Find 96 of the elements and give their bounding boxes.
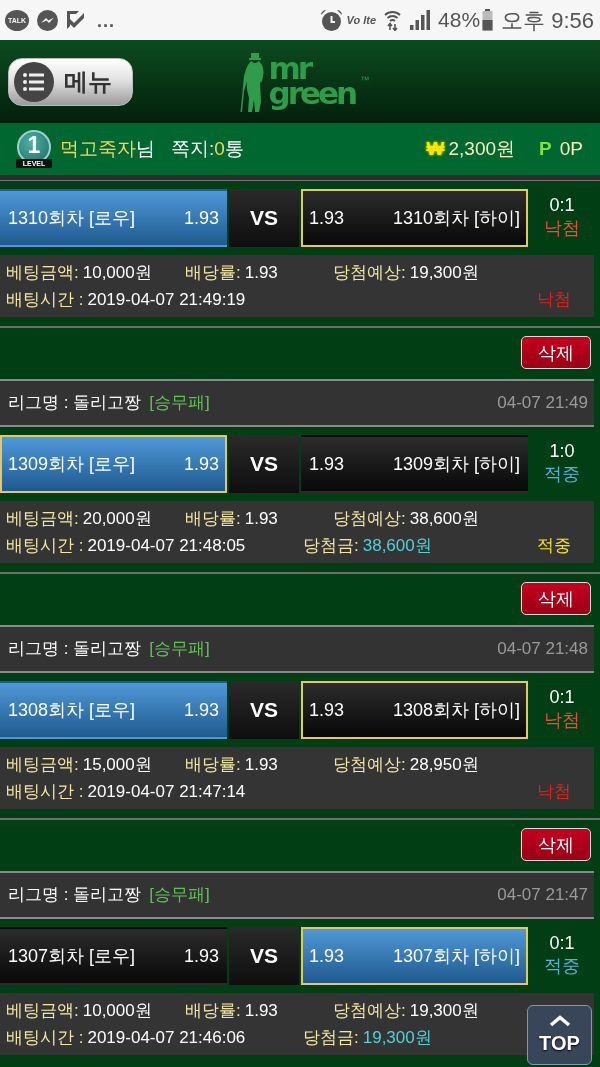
expected-win-label: 당첨예상:	[333, 509, 406, 528]
signal-bars-icon	[410, 10, 431, 30]
league-name: 리그명 : 돌리고짱	[8, 884, 142, 907]
expected-win-value: 38,600원	[409, 509, 479, 528]
result-label: 적중	[544, 462, 580, 485]
delete-button[interactable]: 삭제	[521, 828, 591, 861]
menu-button[interactable]: 메뉴	[8, 57, 133, 106]
menu-icon	[14, 61, 54, 102]
wifi-icon	[384, 9, 402, 31]
result-label: 적중	[544, 954, 580, 977]
result-label: 낙첨	[537, 289, 571, 311]
odds-value: 1.93	[244, 1001, 278, 1020]
bet-time-value: 2019-04-07 21:49:19	[87, 290, 246, 309]
expected-win-label: 당첨예상:	[333, 755, 406, 774]
bet-amount-label: 베팅금액:	[6, 1001, 79, 1020]
clock-time: 오후 9:56	[501, 6, 594, 35]
balance-amount: 2,300원	[448, 136, 516, 161]
league-name: 리그명 : 돌리고짱	[8, 392, 142, 415]
bet-amount-label: 베팅금액:	[6, 509, 79, 528]
odds-value: 1.93	[244, 755, 278, 774]
odds-value: 1.93	[244, 263, 278, 282]
bet-time-label: 배팅시간 :	[6, 1028, 84, 1047]
versus-panel: VS	[229, 435, 299, 493]
messages-unit: 통	[224, 136, 244, 161]
league-time: 04-07 21:47	[497, 884, 588, 907]
result-label: 낙첨	[544, 708, 580, 731]
bet-option-button[interactable]: 1309회차 [로우] 1.93	[0, 435, 227, 493]
bet-option-button[interactable]: 1310회차 [로우] 1.93	[0, 189, 227, 247]
messages-count: 0	[214, 136, 225, 161]
versus-panel: VS	[229, 927, 299, 985]
payout-value: 19,300원	[362, 1028, 432, 1047]
match-score: 0:1	[549, 932, 575, 955]
user-nickname: 먹고죽자	[60, 136, 136, 161]
odds-label: 배당률:	[185, 509, 241, 528]
bet-amount-label: 베팅금액:	[6, 263, 79, 282]
game-type-tag: [승무패]	[149, 882, 210, 908]
league-time: 04-07 21:49	[497, 392, 588, 415]
points-symbol: P	[539, 136, 552, 161]
bet-amount-value: 10,000원	[82, 1001, 152, 1020]
bet-amount-value: 20,000원	[82, 509, 152, 528]
expected-win-value: 19,300원	[409, 263, 479, 282]
bet-option-button[interactable]: 1308회차 [로우] 1.93	[0, 681, 227, 739]
expected-win-label: 당첨예상:	[333, 263, 406, 282]
bet-option-button[interactable]: 1.93 1307회차 [하이]	[301, 927, 528, 985]
delete-button[interactable]: 삭제	[521, 336, 591, 369]
overflow-dots: ...	[97, 9, 115, 33]
bet-option-button[interactable]: 1.93 1308회차 [하이]	[301, 681, 528, 739]
volte-label: Vo lte	[346, 12, 377, 28]
expected-win-value: 19,300원	[409, 1001, 479, 1020]
odds-value: 1.93	[244, 509, 278, 528]
expected-win-value: 28,950원	[409, 755, 479, 774]
game-type-tag: [승무패]	[149, 636, 210, 662]
result-label: 낙첨	[544, 216, 580, 239]
checkmark-icon[interactable]	[66, 10, 85, 30]
game-type-tag: [승무패]	[149, 390, 210, 416]
lightning-bubble-icon[interactable]	[37, 9, 58, 31]
result-label: 적중	[537, 535, 571, 557]
bet-amount-value: 10,000원	[82, 263, 152, 282]
bet-time-label: 배팅시간 :	[6, 782, 84, 801]
bet-time-value: 2019-04-07 21:47:14	[87, 782, 246, 801]
bet-time-value: 2019-04-07 21:48:05	[87, 536, 246, 555]
versus-panel: VS	[229, 189, 299, 247]
chevron-up-icon	[548, 1015, 571, 1027]
payout-label: 당첨금:	[303, 1028, 359, 1047]
logo-text: mr green	[268, 49, 357, 113]
delete-button[interactable]: 삭제	[521, 582, 591, 615]
top-button[interactable]: TOP	[527, 1005, 592, 1065]
odds-label: 배당률:	[185, 263, 241, 282]
bet-amount-value: 15,000원	[82, 755, 152, 774]
bet-option-button[interactable]: 1.93 1309회차 [하이]	[301, 435, 528, 493]
odds-label: 배당률:	[185, 1001, 241, 1020]
battery-percent: 48%	[438, 7, 481, 34]
league-time: 04-07 21:48	[497, 638, 588, 661]
payout-value: 38,600원	[362, 536, 432, 555]
match-score: 0:1	[549, 686, 575, 709]
points-amount: 0P	[559, 136, 583, 161]
result-label: 낙첨	[537, 781, 571, 803]
trademark-sign: ™	[360, 74, 370, 88]
alarm-clock-icon	[320, 8, 344, 32]
bet-option-button[interactable]: 1307회차 [로우] 1.93	[0, 927, 227, 985]
battery-icon	[482, 9, 494, 31]
match-score: 0:1	[549, 194, 575, 217]
messages-label: 쪽지:	[171, 136, 215, 161]
bet-time-label: 배팅시간 :	[6, 290, 84, 309]
bet-time-label: 배팅시간 :	[6, 536, 84, 555]
bet-time-value: 2019-04-07 21:46:06	[87, 1028, 246, 1047]
bet-option-button[interactable]: 1.93 1310회차 [하이]	[301, 189, 528, 247]
expected-win-label: 당첨예상:	[333, 1001, 406, 1020]
league-name: 리그명 : 돌리고짱	[8, 638, 142, 661]
payout-label: 당첨금:	[303, 536, 359, 555]
odds-label: 배당률:	[185, 755, 241, 774]
match-score: 1:0	[549, 440, 575, 463]
versus-panel: VS	[229, 681, 299, 739]
currency-symbol: ₩	[426, 136, 445, 161]
bet-amount-label: 베팅금액:	[6, 755, 79, 774]
honorific-label: 님	[136, 136, 155, 161]
